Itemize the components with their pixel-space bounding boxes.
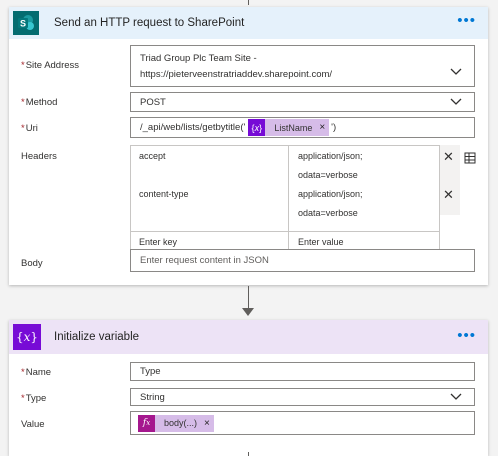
body-token-label: body(...)	[164, 418, 198, 428]
sharepoint-card-header[interactable]: S Send an HTTP request to SharePoint •••	[9, 7, 488, 39]
chevron-down-icon	[450, 98, 462, 105]
variable-card-header[interactable]: {x} Initialize variable •••	[9, 320, 488, 354]
remove-header-button[interactable]: ✕	[443, 150, 454, 163]
type-value: String	[140, 391, 165, 403]
site-address-label: *Site Address	[21, 60, 80, 71]
site-address-line2: https://pieterveenstratriaddev.sharepoin…	[140, 68, 333, 80]
sharepoint-action-card: S Send an HTTP request to SharePoint •••…	[9, 7, 488, 285]
name-value: Type	[140, 366, 161, 377]
chevron-down-icon	[450, 393, 462, 400]
method-value: POST	[140, 96, 166, 108]
variable-card-title: Initialize variable	[54, 331, 140, 343]
listname-token-label: ListName	[274, 122, 313, 133]
body-placeholder: Enter request content in JSON	[140, 255, 269, 266]
value-label: Value	[21, 419, 45, 430]
site-address-line1: Triad Group Plc Team Site -	[140, 52, 257, 64]
flow-arrow-icon	[242, 308, 254, 316]
remove-token-button[interactable]: ×	[204, 418, 210, 429]
site-address-dropdown[interactable]: Triad Group Plc Team Site - https://piet…	[130, 45, 475, 87]
flow-connector-line	[248, 286, 249, 308]
method-label: *Method	[21, 97, 58, 108]
top-connector-line	[248, 0, 249, 5]
type-dropdown[interactable]: String	[130, 388, 475, 406]
more-options-button[interactable]: •••	[457, 13, 476, 28]
fx-icon: fx	[138, 414, 155, 432]
sharepoint-icon: S	[13, 11, 39, 35]
body-input[interactable]: Enter request content in JSON	[130, 249, 475, 272]
headers-table: accept application/json; odata=verbose c…	[130, 145, 440, 253]
header-key-cell[interactable]: accept	[139, 147, 166, 166]
type-label: *Type	[21, 393, 47, 404]
svg-text:S: S	[20, 19, 26, 29]
remove-header-button[interactable]: ✕	[443, 188, 454, 201]
header-value-cell[interactable]: application/json; odata=verbose	[298, 147, 363, 185]
body-expression-token[interactable]: fx body(...) ×	[138, 414, 214, 432]
chevron-down-icon	[450, 68, 462, 75]
body-label: Body	[21, 258, 43, 269]
listname-token[interactable]: {x} ListName ×	[248, 119, 330, 136]
uri-suffix-text: ')	[331, 122, 337, 133]
name-label: *Name	[21, 367, 52, 378]
more-options-button[interactable]: •••	[457, 328, 476, 343]
header-value-cell[interactable]: application/json; odata=verbose	[298, 185, 363, 223]
uri-input[interactable]: /_api/web/lists/getbytitle(' {x} ListNam…	[130, 117, 475, 138]
variable-icon: {x}	[13, 324, 41, 350]
uri-label: *Uri	[21, 123, 38, 134]
initialize-variable-card: {x} Initialize variable ••• *Name Type *…	[9, 320, 488, 456]
headers-label: Headers	[21, 151, 57, 162]
dynamic-content-icon: {x}	[248, 119, 266, 136]
bottom-connector-line	[248, 452, 249, 456]
uri-prefix-text: /_api/web/lists/getbytitle('	[140, 122, 246, 133]
remove-token-button[interactable]: ×	[319, 122, 325, 133]
value-input[interactable]: fx body(...) ×	[130, 411, 475, 435]
sharepoint-card-title: Send an HTTP request to SharePoint	[54, 17, 245, 29]
header-key-cell[interactable]: content-type	[139, 185, 189, 204]
method-dropdown[interactable]: POST	[130, 92, 475, 112]
switch-text-mode-icon[interactable]	[464, 152, 476, 167]
name-input[interactable]: Type	[130, 362, 475, 381]
